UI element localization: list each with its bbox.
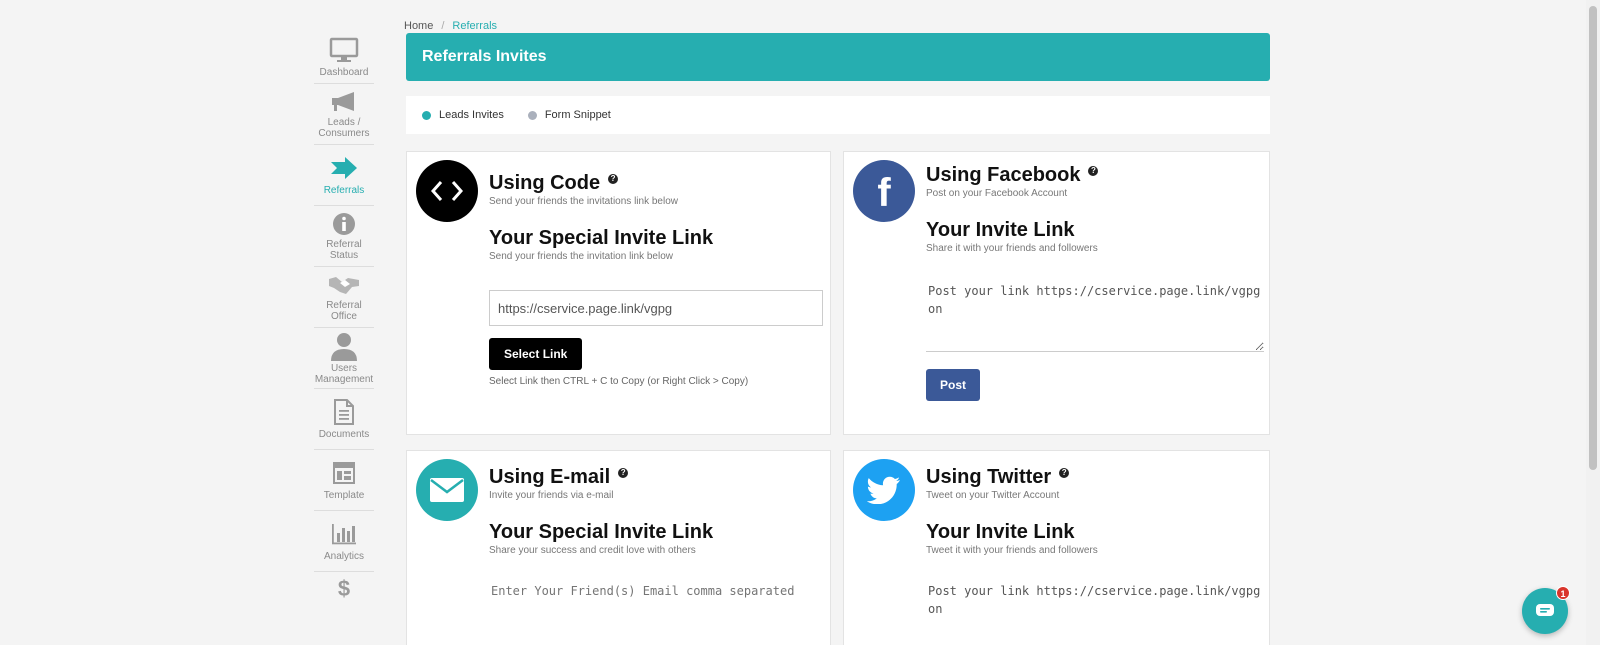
sidebar-item-label: Referral Office xyxy=(326,300,362,322)
card-using-email: Using E-mail? Invite your friends via e-… xyxy=(406,450,831,645)
section-title: Your Invite Link xyxy=(926,521,1075,543)
tab-leads-invites[interactable]: Leads Invites xyxy=(422,109,504,121)
friends-email-textarea[interactable] xyxy=(489,582,827,642)
card-using-code: Using Code? Send your friends the invita… xyxy=(406,151,831,435)
sidebar-item-template[interactable]: Template xyxy=(314,450,374,511)
user-icon xyxy=(327,331,361,361)
sidebar-item-dashboard[interactable]: Dashboard xyxy=(314,30,374,84)
dollar-icon: $ xyxy=(337,576,351,601)
card-title: Using Twitter xyxy=(926,466,1052,488)
card-title: Using E-mail xyxy=(489,466,611,488)
chat-bubble-icon xyxy=(1536,604,1554,616)
sidebar-item-label: Dashboard xyxy=(319,66,369,78)
scrollbar-thumb[interactable] xyxy=(1589,6,1597,470)
tab-label: Leads Invites xyxy=(439,109,504,121)
section-title: Your Special Invite Link xyxy=(489,227,714,249)
sidebar-item-referral-status[interactable]: Referral Status xyxy=(314,206,374,267)
sidebar-item-billing[interactable]: $ xyxy=(314,572,374,602)
sidebar: Dashboard Leads / Consumers Referrals Re… xyxy=(314,30,374,602)
handshake-icon xyxy=(327,271,361,298)
page-scrollbar[interactable] xyxy=(1586,0,1600,645)
sidebar-item-label: Referral Status xyxy=(326,239,362,261)
section-title: Your Special Invite Link xyxy=(489,521,714,543)
copy-hint: Select Link then CTRL + C to Copy (or Ri… xyxy=(489,376,749,387)
radio-dot-icon xyxy=(422,110,431,120)
sidebar-item-label: Template xyxy=(323,490,365,501)
breadcrumb-home[interactable]: Home xyxy=(404,20,433,32)
card-title: Using Facebook xyxy=(926,164,1081,186)
card-subtitle: Send your friends the invitations link b… xyxy=(489,196,678,207)
section-subtitle: Share it with your friends and followers xyxy=(926,243,1098,254)
document-icon xyxy=(327,397,361,427)
tab-bar: Leads Invites Form Snippet xyxy=(406,96,1270,134)
tab-form-snippet[interactable]: Form Snippet xyxy=(527,109,611,121)
twitter-post-textarea[interactable] xyxy=(926,582,1264,642)
card-subtitle: Invite your friends via e-mail xyxy=(489,490,614,501)
sidebar-item-label: Documents xyxy=(318,429,370,440)
section-subtitle: Share your success and credit love with … xyxy=(489,545,696,556)
sidebar-item-referrals[interactable]: Referrals xyxy=(314,145,374,206)
section-title: Your Invite Link xyxy=(926,219,1075,241)
sidebar-item-label: Referrals xyxy=(323,185,365,196)
sidebar-item-label: Users Management xyxy=(314,362,374,385)
post-button[interactable]: Post xyxy=(926,369,980,401)
select-link-button[interactable]: Select Link xyxy=(489,338,583,370)
radio-dot-icon xyxy=(527,110,537,120)
help-icon[interactable]: ? xyxy=(618,468,629,478)
sidebar-item-label: Analytics xyxy=(323,551,364,562)
twitter-bird-icon xyxy=(853,459,915,521)
section-subtitle: Tweet it with your friends and followers xyxy=(926,545,1098,556)
sidebar-item-referral-office[interactable]: Referral Office xyxy=(314,267,374,328)
page-header: Referrals Invites xyxy=(406,33,1270,81)
notification-badge: 1 xyxy=(1556,586,1570,600)
sidebar-item-analytics[interactable]: Analytics xyxy=(314,511,374,572)
page-title: Referrals Invites xyxy=(422,48,547,65)
sidebar-item-users-management[interactable]: Users Management xyxy=(314,328,374,389)
envelope-icon xyxy=(416,459,478,521)
sidebar-item-leads[interactable]: Leads / Consumers xyxy=(314,84,374,145)
card-subtitle: Post on your Facebook Account xyxy=(926,188,1068,199)
invite-link-input[interactable] xyxy=(489,290,823,326)
card-subtitle: Tweet on your Twitter Account xyxy=(926,490,1060,501)
arrow-right-icon xyxy=(327,153,361,183)
info-icon xyxy=(327,210,361,237)
monitor-icon xyxy=(327,35,361,65)
help-icon[interactable]: ? xyxy=(1088,166,1099,176)
tab-label: Form Snippet xyxy=(544,109,611,121)
breadcrumb: Home / Referrals xyxy=(404,20,497,32)
breadcrumb-current[interactable]: Referrals xyxy=(452,20,497,32)
sidebar-item-documents[interactable]: Documents xyxy=(314,389,374,450)
help-icon[interactable]: ? xyxy=(608,174,619,184)
megaphone-icon xyxy=(327,88,361,115)
code-icon xyxy=(416,160,478,222)
sidebar-item-label: Leads / Consumers xyxy=(318,117,370,139)
help-icon[interactable]: ? xyxy=(1059,468,1070,478)
card-using-twitter: Using Twitter? Tweet on your Twitter Acc… xyxy=(843,450,1270,645)
card-using-facebook: f Using Facebook? Post on your Facebook … xyxy=(843,151,1270,435)
breadcrumb-separator: / xyxy=(441,20,445,32)
section-subtitle: Send your friends the invitation link be… xyxy=(489,251,673,262)
bar-chart-icon xyxy=(327,519,361,549)
facebook-icon: f xyxy=(853,160,915,222)
facebook-post-textarea[interactable] xyxy=(926,282,1264,352)
template-icon xyxy=(327,458,361,488)
card-title: Using Code xyxy=(489,172,601,194)
chat-launcher-button[interactable]: 1 xyxy=(1522,586,1570,634)
